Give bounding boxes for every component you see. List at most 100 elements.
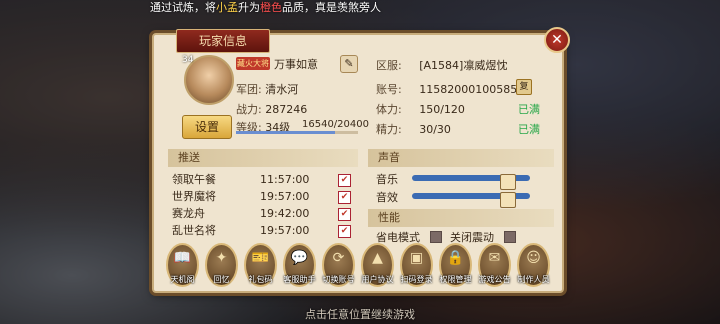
push-list: 领取午餐 11:57:00 ✔ 世界魔将 19:57:00 ✔ 赛龙舟 19:4… [172,171,358,239]
vibration-checkbox[interactable] [504,231,516,243]
power-row: 战力: 287246 [236,101,307,117]
avatar[interactable]: 34 [182,55,234,105]
effect-label: 音效 [376,191,398,204]
energy-value: 30/30 [419,123,451,136]
zone-value: [A1584]凛威煜忱 [419,59,508,72]
stamina-label: 体力: [376,103,402,116]
energy-label: 精力: [376,123,402,136]
performance-row: 省电模式 关闭震动 [376,229,562,244]
music-slider[interactable] [412,174,530,190]
bottom-button-0[interactable]: 📖 天机阁 [166,243,199,287]
music-slider-row: 音乐 [376,171,546,190]
power-label: 战力: [236,103,262,116]
ticker-item: 小孟 [216,1,238,14]
chat-icon: 💬 [290,250,309,266]
account-value: 115820001005851 [419,83,525,96]
notice-icon: ✉ [488,250,501,266]
bottom-button-label: 天机阁 [170,275,195,284]
push-item-name: 世界魔将 [172,190,216,203]
push-checkbox[interactable]: ✔ [338,191,351,204]
avatar-level: 34 [182,55,194,65]
person-icon: ☺ [526,250,541,266]
push-item-name: 领取午餐 [172,173,216,186]
energy-row: 精力: 30/30 [376,121,451,137]
close-button[interactable]: ✕ [544,27,570,53]
bottom-button-8[interactable]: ✉ 游戏公告 [478,243,511,287]
account-label: 账号: [376,83,402,96]
push-item: 世界魔将 19:57:00 ✔ [172,188,358,205]
bottom-button-5[interactable]: ▲ 用户协议 [361,243,394,287]
exp-text: 16540/20400 [302,119,369,130]
push-item: 乱世名将 19:57:00 ✔ [172,222,358,239]
book-icon: 📖 [173,250,192,266]
bottom-button-7[interactable]: 🔒 权限管理 [439,243,472,287]
push-item-time: 11:57:00 [260,173,310,186]
bottom-button-label: 回忆 [213,275,230,284]
bottom-button-6[interactable]: ▣ 扫码登录 [400,243,433,287]
bottom-button-2[interactable]: 🎫 礼包码 [244,243,277,287]
stamina-value: 150/120 [419,103,465,116]
ticker-mid: 升为 [238,1,260,14]
push-checkbox[interactable]: ✔ [338,208,351,221]
legion-value: 清水河 [265,83,299,96]
bottom-button-label: 客服助手 [283,275,316,284]
sound-heading: 声音 [368,149,554,167]
performance-heading: 性能 [368,209,554,227]
bottom-action-bar: 📖 天机阁 ✦ 回忆 🎫 礼包码 💬 客服助手 ⟳ 切换账号 ▲ 用户协议 ▣ 扫码登录 🔒 权限管理 ✉ 游戏公… [166,243,550,287]
exp-bar [236,131,358,134]
exp-bar-fill [236,131,335,134]
bottom-button-label: 切换账号 [322,275,355,284]
player-name: 万事如意 [274,58,318,71]
switch-icon: ⟳ [332,250,345,266]
power-value: 287246 [265,103,308,116]
effect-slider-knob[interactable] [500,192,517,208]
ticker-prefix: 通过试炼，将 [150,1,216,14]
bottom-button-label: 用户协议 [361,275,394,284]
music-label: 音乐 [376,173,398,186]
bottom-button-1[interactable]: ✦ 回忆 [205,243,238,287]
settings-button[interactable]: 设置 [182,115,232,139]
account-row: 账号: 115820001005851 [376,81,524,97]
edit-name-button[interactable]: ✎ [340,55,358,73]
ticker-suffix: 品质，真是羡煞旁人 [282,1,381,14]
effect-slider-row: 音效 [376,189,546,208]
broadcast-ticker: 通过试炼，将小孟升为橙色品质，真是羡煞旁人 [150,0,650,16]
push-heading: 推送 [168,149,358,167]
push-item-time: 19:42:00 [260,207,310,220]
push-item-name: 乱世名将 [172,224,216,237]
push-item-time: 19:57:00 [260,224,310,237]
bottom-button-9[interactable]: ☺ 制作人员 [517,243,550,287]
ticker-quality: 橙色 [260,1,282,14]
stamina-status: 已满 [518,103,540,116]
bottom-button-4[interactable]: ⟳ 切换账号 [322,243,355,287]
bottom-button-label: 扫码登录 [400,275,433,284]
title-badge: 藏火大将 [236,57,270,70]
panel-title: 玩家信息 [176,29,270,53]
copy-account-button[interactable]: 复 [516,79,532,95]
stamina-row: 体力: 150/120 [376,101,465,117]
bottom-button-label: 礼包码 [248,275,273,284]
push-checkbox[interactable]: ✔ [338,225,351,238]
push-item: 领取午餐 11:57:00 ✔ [172,171,358,188]
bottom-button-3[interactable]: 💬 客服助手 [283,243,316,287]
push-checkbox[interactable]: ✔ [338,174,351,187]
legion-row: 军团: 清水河 [236,81,298,97]
lock-icon: 🔒 [446,250,465,266]
power-save-checkbox[interactable] [430,231,442,243]
continue-hint[interactable]: 点击任意位置继续游戏 [0,306,720,322]
zone-row: 区服: [A1584]凛威煜忱 [376,57,507,73]
scan-icon: ▣ [409,250,424,266]
bottom-button-label: 制作人员 [517,275,550,284]
legion-label: 军团: [236,83,262,96]
leaf-icon: ✦ [215,250,228,266]
push-item: 赛龙舟 19:42:00 ✔ [172,205,358,222]
push-item-time: 19:57:00 [260,190,310,203]
zone-label: 区服: [376,59,402,72]
music-slider-knob[interactable] [500,174,517,190]
effect-slider[interactable] [412,192,530,208]
up-icon: ▲ [372,250,383,266]
bottom-button-label: 权限管理 [439,275,472,284]
energy-status: 已满 [518,123,540,136]
push-item-name: 赛龙舟 [172,207,205,220]
ticket-icon: 🎫 [251,250,270,266]
